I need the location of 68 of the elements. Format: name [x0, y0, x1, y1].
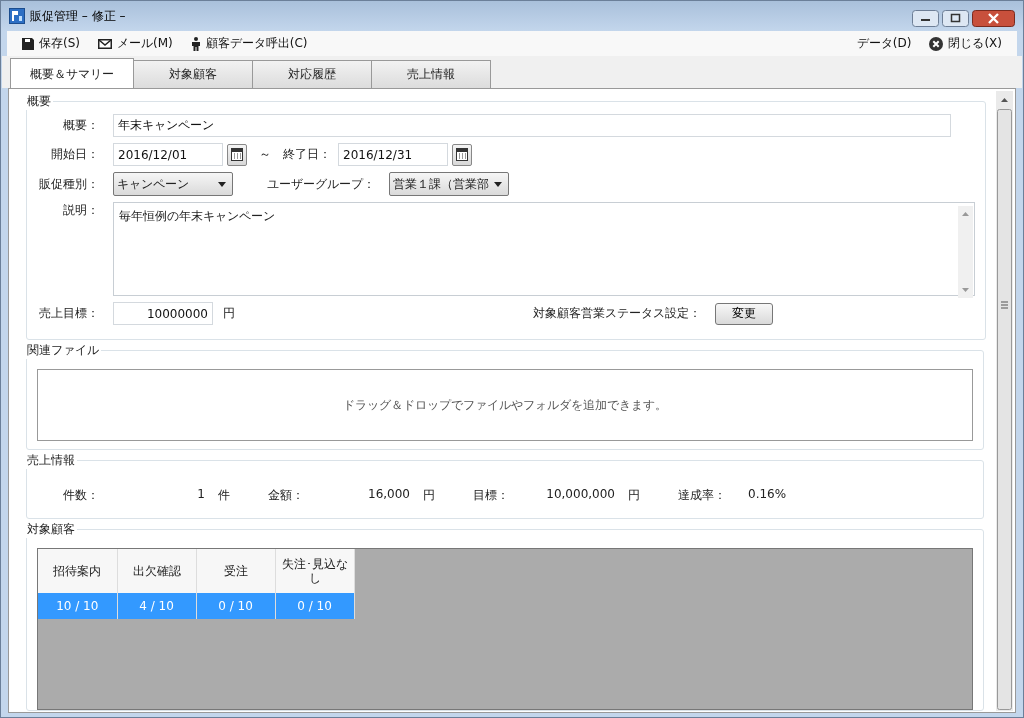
unit-label: 円	[223, 305, 235, 322]
range-separator: ～	[259, 146, 271, 163]
field-label: 開始日：	[50, 146, 99, 163]
stat-label: 件数：	[63, 487, 100, 504]
maximize-button[interactable]	[942, 10, 969, 27]
stat-value: 1	[196, 487, 205, 503]
stat-value: 0.16%	[748, 487, 788, 503]
column-header[interactable]: 出欠確認	[117, 549, 196, 593]
stat-label: 達成率：	[678, 487, 727, 504]
dropdown-arrow-icon	[494, 181, 502, 187]
tab[interactable]: 対応履歴	[253, 60, 372, 89]
summary-input[interactable]: 年末キャンペーン	[113, 114, 951, 137]
toolbar-button[interactable]: メール(M)	[95, 33, 176, 54]
close-button[interactable]	[972, 10, 1015, 27]
unit-label: 円	[423, 487, 435, 504]
column-header[interactable]: 招待案内	[38, 549, 117, 593]
change-button[interactable]: 変更	[715, 302, 773, 325]
column-header[interactable]: 受注	[196, 549, 275, 593]
minimize-button[interactable]	[912, 10, 939, 27]
drop-hint: ドラッグ＆ドロップでファイルやフォルダを追加できます。	[343, 396, 667, 414]
toolbar-button[interactable]: 保存(S)	[19, 33, 83, 54]
calendar-icon	[231, 148, 243, 161]
drop-area[interactable]: ドラッグ＆ドロップでファイルやフォルダを追加できます。	[37, 369, 973, 441]
group-title: 対象顧客	[26, 521, 76, 538]
calendar-button[interactable]	[227, 143, 247, 166]
stat-label: 金額：	[268, 487, 305, 504]
scrollbar[interactable]	[958, 206, 973, 298]
field-label: 概要：	[62, 117, 99, 134]
close-icon	[929, 36, 944, 51]
stat-value: 16,000	[367, 487, 410, 503]
tab[interactable]: 対象顧客	[134, 60, 253, 89]
group-title: 概要	[26, 93, 52, 110]
stat-value: 10,000,000	[545, 487, 615, 503]
field-label: 対象顧客営業ステータス設定：	[533, 305, 701, 322]
stat-label: 目標：	[473, 487, 510, 504]
end-date-input[interactable]: 2016/12/31	[338, 143, 448, 166]
group-title: 関連ファイル	[26, 342, 100, 359]
table-cell: 4 / 10	[117, 593, 196, 619]
unit-label: 件	[218, 487, 230, 504]
tab[interactable]: 売上情報	[372, 60, 491, 89]
window-title: 販促管理 – 修正 –	[30, 7, 126, 25]
person-icon	[190, 36, 201, 51]
toolbar-button[interactable]: データ(D)	[853, 33, 915, 54]
field-label: ユーザーグループ：	[267, 175, 375, 193]
toolbar-button[interactable]: 顧客データ呼出(C)	[187, 33, 311, 54]
toolbar-button[interactable]: 閉じる(X)	[926, 33, 1005, 54]
description-textarea[interactable]: 毎年恒例の年末キャンペーン	[113, 202, 975, 296]
start-date-input[interactable]: 2016/12/01	[113, 143, 223, 166]
tab[interactable]: 概要＆サマリー	[10, 58, 134, 90]
table-cell: 10 / 10	[38, 593, 117, 619]
unit-label: 円	[628, 487, 640, 504]
field-label: 販促種別：	[38, 175, 99, 193]
app-icon	[9, 8, 25, 24]
table-cell: 0 / 10	[275, 593, 354, 619]
type-dropdown[interactable]: キャンペーン	[113, 172, 233, 196]
scrollbar[interactable]	[996, 91, 1013, 711]
calendar-icon	[456, 148, 468, 161]
table-cell: 0 / 10	[196, 593, 275, 619]
field-label: 売上目標：	[38, 305, 99, 322]
envelope-icon	[98, 38, 112, 49]
column-header[interactable]: 失注･見込なし	[275, 549, 354, 593]
field-label: 説明：	[62, 202, 99, 219]
calendar-button[interactable]	[452, 143, 472, 166]
group-title: 売上情報	[26, 452, 76, 469]
sales-target-input[interactable]: 10000000	[113, 302, 213, 325]
group-dropdown[interactable]: 営業１課（営業部	[389, 172, 509, 196]
field-label: 終了日：	[283, 146, 331, 163]
dropdown-arrow-icon	[218, 181, 226, 187]
